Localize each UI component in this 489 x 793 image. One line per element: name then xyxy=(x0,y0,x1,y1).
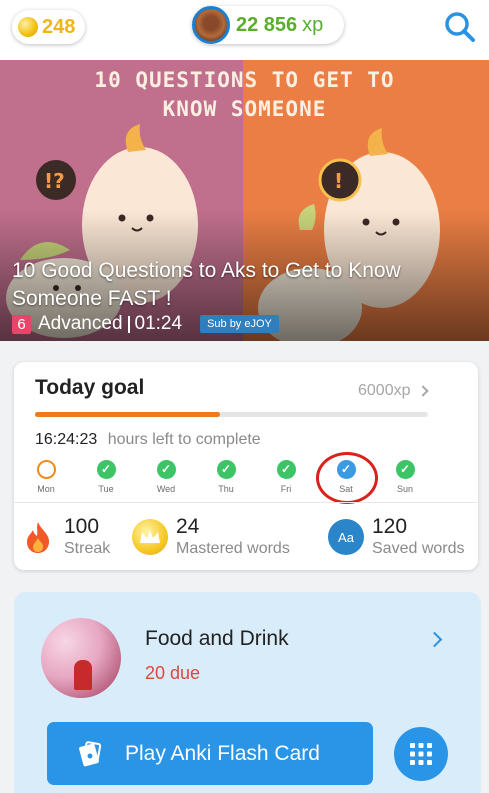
current-day-highlight xyxy=(316,452,378,504)
user-avatar xyxy=(192,6,230,44)
check-icon: ✓ xyxy=(156,460,176,479)
day-tue: ✓ Tue xyxy=(86,460,126,494)
banner-line-2: KNOW SOMEONE xyxy=(162,97,327,121)
card-divider xyxy=(14,502,478,503)
day-wed: ✓ Wed xyxy=(146,460,186,494)
mastered-value: 24 xyxy=(176,515,200,538)
saved-value: 120 xyxy=(372,515,408,538)
deck-thumbnail xyxy=(41,618,121,698)
goal-title: Today goal xyxy=(35,376,145,399)
deck-due-count: 20 due xyxy=(145,663,201,683)
saved-label: Saved words xyxy=(372,540,465,557)
day-thu: ✓ Thu xyxy=(206,460,246,494)
timer-label: hours left to complete xyxy=(107,431,261,448)
search-button[interactable] xyxy=(440,8,480,48)
flashcard-icon xyxy=(79,740,102,766)
check-icon: ✓ xyxy=(276,460,296,479)
top-bar: 248 22 856 xp xyxy=(0,0,489,60)
streak-value: 100 xyxy=(64,515,100,538)
goal-progress-bar xyxy=(35,412,428,417)
check-icon: ✓ xyxy=(216,460,236,479)
day-open-icon xyxy=(36,460,56,479)
mastered-label: Mastered words xyxy=(176,540,290,557)
day-sun: ✓ Sun xyxy=(385,460,425,494)
coin-icon xyxy=(18,17,38,37)
xp-value: 22 856 xyxy=(236,13,298,36)
grid-icon xyxy=(410,743,432,765)
coin-count: 248 xyxy=(42,15,76,38)
deck-card[interactable]: Food and Drink 20 due Play Anki Flash Ca… xyxy=(14,592,481,793)
deck-title: Food and Drink xyxy=(145,627,289,650)
day-label: Mon xyxy=(37,484,55,494)
search-icon xyxy=(445,12,475,42)
subtitle-badge: Sub by eJOY xyxy=(200,315,279,333)
video-duration: 01:24 xyxy=(134,313,183,334)
day-label: Wed xyxy=(156,484,176,494)
svg-text:!: ! xyxy=(334,169,343,193)
grid-menu-button[interactable] xyxy=(394,727,448,781)
timer-value: 16:24:23 xyxy=(35,431,98,448)
day-label: Sun xyxy=(396,484,413,494)
stat-saved-words[interactable]: Aa 120 Saved words xyxy=(328,514,465,560)
xp-balance[interactable]: 22 856 xp xyxy=(192,6,344,44)
thumbnail-banner: 10 QUESTIONS TO GET TO KNOW SOMEONE xyxy=(0,66,489,124)
flame-icon xyxy=(20,519,56,555)
check-icon: ✓ xyxy=(395,460,415,479)
video-meta: 6 Advanced 01:24 Sub by eJOY xyxy=(12,313,279,335)
banner-line-1: 10 QUESTIONS TO GET TO xyxy=(94,68,395,92)
chevron-right-icon xyxy=(416,385,429,397)
check-icon: ✓ xyxy=(96,460,116,479)
streak-label: Streak xyxy=(64,540,111,557)
crown-icon xyxy=(132,519,168,555)
play-flashcard-label: Play Anki Flash Card xyxy=(125,741,320,765)
svg-text:!?: !? xyxy=(44,169,65,193)
coin-balance[interactable]: 248 xyxy=(12,10,86,44)
level-badge: 6 xyxy=(12,314,31,334)
day-label: Tue xyxy=(98,484,114,494)
goal-target-link[interactable]: 6000xp xyxy=(358,382,429,400)
goal-progress-fill xyxy=(35,412,220,417)
goal-target-value: 6000xp xyxy=(358,382,411,399)
xp-unit: xp xyxy=(302,13,324,36)
level-label: Advanced xyxy=(38,313,123,334)
day-mon: Mon xyxy=(26,460,66,494)
deck-thumbnail-figure xyxy=(74,660,92,690)
chevron-right-icon[interactable] xyxy=(426,631,443,648)
stat-mastered-words[interactable]: 24 Mastered words xyxy=(132,514,290,560)
day-fri: ✓ Fri xyxy=(266,460,306,494)
day-label: Fri xyxy=(280,484,292,494)
play-flashcard-button[interactable]: Play Anki Flash Card xyxy=(47,722,373,785)
today-goal-card: Today goal 6000xp 16:24:23 hours left to… xyxy=(14,362,478,570)
featured-video[interactable]: !? ! 10 QUESTIONS TO GET TO KNOW SOMEONE… xyxy=(0,60,489,341)
day-label: Thu xyxy=(218,484,234,494)
video-title: 10 Good Questions to Aks to Get to Know … xyxy=(12,259,401,310)
aa-icon: Aa xyxy=(328,519,364,555)
stat-streak[interactable]: 100 Streak xyxy=(20,514,110,560)
goal-timer: 16:24:23 hours left to complete xyxy=(35,431,261,449)
meta-divider xyxy=(127,315,130,333)
